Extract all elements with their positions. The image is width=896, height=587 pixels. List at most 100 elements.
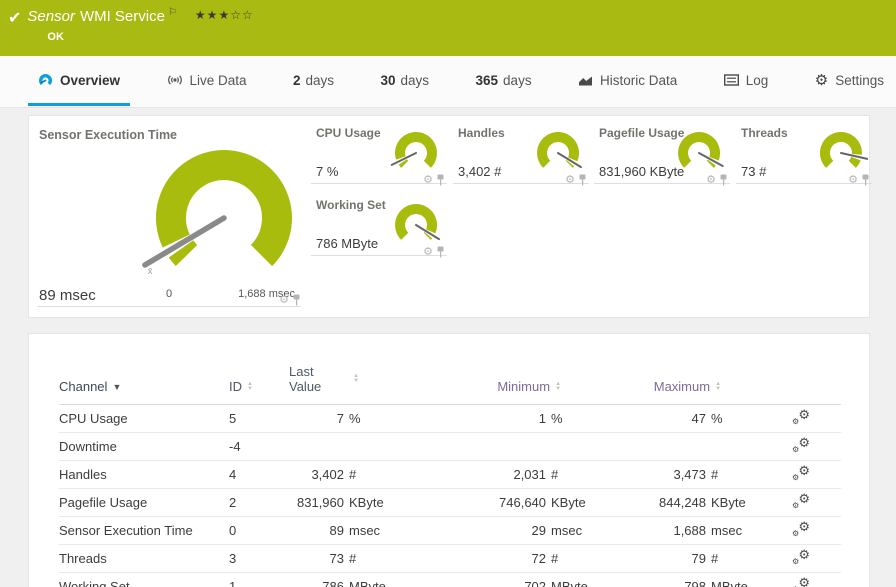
tab-365-days[interactable]: 365 days: [466, 57, 542, 106]
gear-icon[interactable]: ⚙: [279, 294, 289, 306]
minimum-number: 702: [524, 579, 547, 587]
live-data-icon: [167, 73, 183, 87]
last-value-number: [289, 433, 344, 461]
last-value-number: 831,960: [297, 495, 344, 510]
tab-live-data[interactable]: Live Data: [157, 57, 257, 106]
channel-name: Working Set: [59, 579, 130, 587]
gauge-cell-working-set: Working Set 786 MByte ⚙: [311, 196, 447, 258]
channel-name: Sensor Execution Time: [59, 523, 193, 538]
sensor-header-text: Sensor WMI Service ⚐ ★★★☆☆ OK: [27, 7, 253, 43]
priority-stars[interactable]: ★★★☆☆: [195, 8, 254, 22]
minimum-number: 746,640: [499, 495, 547, 510]
channel-settings-icon[interactable]: ⚙⚙: [792, 408, 810, 426]
column-header-maximum[interactable]: Maximum ▲ ▼: [601, 364, 761, 405]
channel-row-downtime[interactable]: Downtime -4 ⚙ ⚙: [59, 433, 842, 461]
last-value-number: 3,402: [311, 467, 344, 482]
pin-icon[interactable]: [292, 294, 301, 306]
gauge-title: CPU Usage: [316, 126, 381, 140]
tab-2-days[interactable]: 2 days: [283, 57, 344, 106]
channel-settings-icon[interactable]: ⚙⚙: [792, 520, 810, 538]
minimum-number: [399, 433, 546, 461]
header-row: Channel ▼ ID ▲ ▼ Last Value ▲ ▼ Minimum ▲ ▼ Maximum…: [59, 364, 842, 405]
channel-row-handles[interactable]: Handles 4 3,402 #2,031 #3,473 # ⚙ ⚙: [59, 461, 842, 489]
tab-label: days: [400, 72, 430, 88]
channel-id: 3: [229, 551, 237, 566]
channel-settings-icon[interactable]: ⚙⚙: [792, 436, 810, 454]
tab-historic-data[interactable]: Historic Data: [568, 57, 687, 106]
sort-arrows-icon[interactable]: ▲ ▼: [555, 381, 561, 392]
sort-arrows-icon[interactable]: ▲ ▼: [353, 373, 359, 384]
channel-row-sensor-execution-time[interactable]: Sensor Execution Time 0 89 msec 29 msec 1,688 m…: [59, 517, 842, 545]
gauge-arc: [395, 132, 437, 168]
gauge-cell-actions: ⚙: [848, 174, 870, 186]
column-header-channel[interactable]: Channel ▼: [59, 364, 229, 405]
column-header-minimum[interactable]: Minimum ▲ ▼: [399, 364, 601, 405]
tab-log[interactable]: Log: [714, 57, 779, 106]
tab-settings[interactable]: ⚙ Settings: [805, 57, 894, 106]
prtg-sensor-page: ✔ Sensor WMI Service ⚐ ★★★☆☆ OK Overview Liv…: [0, 0, 896, 587]
maximum-number: 47: [691, 411, 707, 426]
last-value-unit: #: [349, 467, 357, 482]
channel-row-threads[interactable]: Threads 3 73 #72 #79 # ⚙ ⚙: [59, 545, 842, 573]
gear-icon[interactable]: ⚙: [423, 246, 433, 258]
gauge-current-value: 7 %: [316, 164, 339, 179]
gauge-scale-min: 0: [165, 288, 173, 300]
gauge-arc: [706, 159, 716, 168]
pin-icon[interactable]: [436, 174, 445, 186]
historic-data-icon: [578, 74, 593, 87]
pin-icon[interactable]: [578, 174, 587, 186]
tab-number: 365: [475, 72, 499, 88]
gauge-arc: [848, 156, 861, 168]
gauge-current-value: 831,960 KByte: [599, 164, 685, 179]
tab-30-days[interactable]: 30 days: [371, 57, 440, 106]
channel-id: -4: [229, 439, 241, 454]
maximum-unit: #: [711, 551, 719, 566]
tab-number: 30: [380, 72, 396, 88]
table-body: CPU Usage 5 7% 1% 47% ⚙ ⚙ Downtime -4 ⚙ ⚙ Handles 4 3…: [59, 405, 842, 587]
gear-icon[interactable]: ⚙: [423, 174, 433, 186]
channel-name: CPU Usage: [59, 411, 128, 426]
table-header: Channel ▼ ID ▲ ▼ Last Value ▲ ▼ Minimum ▲ ▼ Maximum…: [59, 364, 842, 405]
channel-row-cpu-usage[interactable]: CPU Usage 5 7% 1% 47% ⚙ ⚙: [59, 405, 842, 433]
tab-label: Live Data: [189, 72, 247, 88]
channel-row-pagefile-usage[interactable]: Pagefile Usage 2 831,960 KByte 746,640 KByte 8…: [59, 489, 842, 517]
last-value-number: 7: [336, 411, 344, 426]
channel-settings-icon[interactable]: ⚙⚙: [792, 576, 810, 587]
column-header-last-value[interactable]: Last Value ▲ ▼: [289, 364, 399, 405]
channel-id: 4: [229, 467, 237, 482]
gauge-current-value: 89 msec: [39, 287, 96, 304]
channel-name: Pagefile Usage: [59, 495, 148, 510]
column-header-id[interactable]: ID ▲ ▼: [229, 364, 289, 405]
sort-arrows-icon[interactable]: ▲ ▼: [715, 381, 721, 392]
minimum-unit: msec: [551, 523, 583, 538]
last-value-unit: %: [349, 411, 361, 426]
gauge-arc: [565, 159, 575, 168]
last-value-unit: MByte: [349, 579, 386, 587]
minimum-unit: #: [551, 467, 559, 482]
settings-gear-icon: ⚙: [814, 71, 829, 89]
channel-name: Downtime: [59, 439, 117, 454]
gauge-cell-actions: ⚙: [706, 174, 728, 186]
sort-arrows-icon[interactable]: ▲ ▼: [247, 381, 253, 392]
last-value-unit: [344, 433, 399, 461]
gauge-cell-actions: ⚙: [423, 246, 445, 258]
channel-settings-icon[interactable]: ⚙⚙: [792, 548, 810, 566]
last-value-number: 73: [329, 551, 344, 566]
gauge-arc: [168, 240, 198, 267]
channel-row-working-set[interactable]: Working Set 1 786 MByte 702 MByte 798 MByte ⚙⚙: [59, 573, 841, 587]
pin-icon[interactable]: [436, 246, 445, 258]
tab-bar: Overview Live Data 2 days 30 days 365 days Histo…: [0, 56, 896, 108]
flag-icon[interactable]: ⚐: [168, 7, 177, 18]
gear-icon[interactable]: ⚙: [565, 174, 575, 186]
channel-settings-icon[interactable]: ⚙⚙: [792, 492, 810, 510]
gear-icon[interactable]: ⚙: [706, 174, 716, 186]
small-gauges-grid: CPU Usage 7 % ⚙ Handles 3,402 # ⚙ Pagefile Usa…: [311, 124, 872, 264]
gauge-cell-actions: ⚙: [279, 294, 301, 306]
channel-settings-icon[interactable]: ⚙⚙: [792, 464, 810, 482]
gear-icon[interactable]: ⚙: [848, 174, 858, 186]
tab-overview[interactable]: Overview: [28, 57, 131, 106]
pin-icon[interactable]: [861, 174, 870, 186]
sensor-title: WMI Service: [79, 8, 165, 25]
pin-icon[interactable]: [719, 174, 728, 186]
maximum-unit: [706, 433, 761, 461]
